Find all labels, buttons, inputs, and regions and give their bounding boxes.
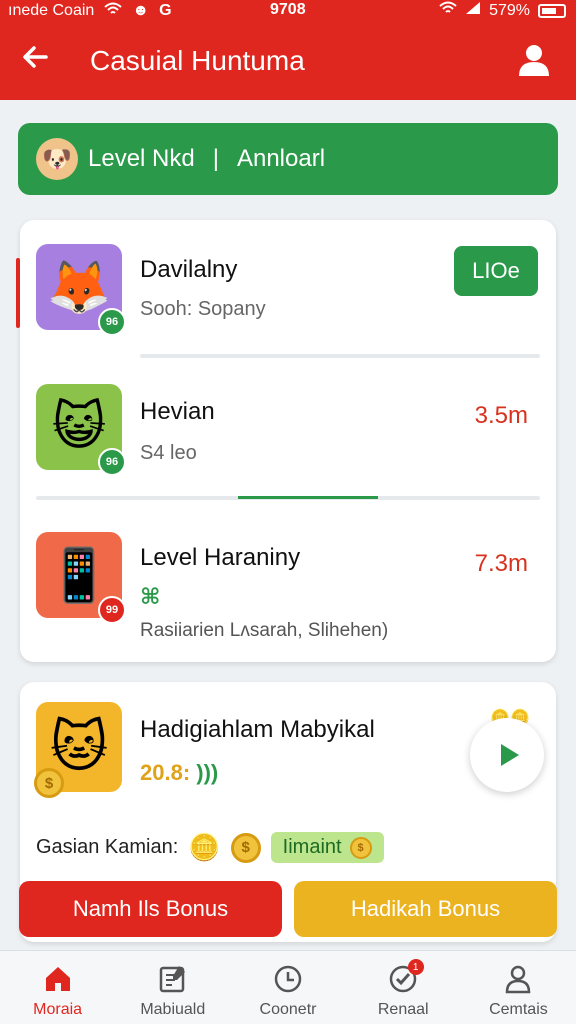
smiley-icon: ☻ <box>132 2 150 19</box>
bottom-nav: Moraia Mabiuald Coonetr 1 Renaal Cemtais <box>0 950 576 1024</box>
list-item-subtitle: Sooh: Sopany <box>140 298 266 320</box>
reward-pill-text: Iimaint <box>282 836 342 858</box>
signal-icon <box>465 1 481 20</box>
reward-row: Gasian Kamian: 🪙 $ Iimaint $ <box>36 832 384 863</box>
coin-stack-icon: 🪙 <box>188 832 221 862</box>
back-button[interactable] <box>0 42 70 81</box>
play-button[interactable] <box>470 718 544 792</box>
progress-fill <box>238 496 378 499</box>
list-item[interactable]: 😺 96 Hevian S4 leo 3.5m <box>20 360 556 500</box>
edit-icon <box>159 966 185 993</box>
coin-icon: $ <box>349 836 372 859</box>
phone-game-icon: 📱 99 <box>36 532 126 624</box>
list-item[interactable]: 📱 99 Level Haraniny ⌘ Rasiiarien Lʌsarah… <box>20 506 556 662</box>
home-icon <box>45 967 70 991</box>
nav-label: Cemtais <box>489 1001 548 1018</box>
featured-amount-row: 20.8: ))) <box>140 760 218 786</box>
coin-icon: $ <box>34 768 64 798</box>
list-item-badge: 99 <box>98 596 126 624</box>
level-banner[interactable]: 🐶 Level Nkd | Annloarl <box>18 123 558 195</box>
featured-title: Hadigiahlam Mabyikal <box>140 716 375 743</box>
nav-label: Coonetr <box>259 1001 317 1018</box>
bonus-button-left[interactable]: Namh Ils Bonus <box>19 881 282 937</box>
list-item-name: Davilalny <box>140 256 238 283</box>
list-item-badge: 96 <box>98 308 126 336</box>
qr-icon: ⌘ <box>140 584 161 609</box>
cat-face-game-icon: 😺 96 <box>36 384 126 476</box>
list-item-name: Level Haraniny <box>140 544 301 571</box>
banner-right-text: Annloarl <box>236 145 326 172</box>
list-item-price: 7.3m <box>474 550 528 577</box>
user-icon <box>519 45 549 76</box>
list-item-name: Hevian <box>140 398 215 425</box>
banner-level-text: Level Nkd <box>88 145 195 172</box>
play-icon <box>500 744 519 766</box>
list-item-subtitle: S4 leo <box>140 442 197 464</box>
arrow-left-icon <box>23 45 48 68</box>
nav-item-profile[interactable]: Cemtais <box>461 951 576 1024</box>
nav-item-rewards[interactable]: 1 Renaal <box>346 951 461 1024</box>
reward-label: Gasian Kamian: <box>36 836 179 858</box>
page-title: Casuial Huntuma <box>90 45 305 76</box>
battery-percent: 579% <box>489 1 530 19</box>
app-bar: Casuial Huntuma <box>0 22 576 100</box>
banner-separator: | <box>212 145 219 172</box>
game-list-card: 🦊 96 Davilalny Sooh: Sopany LIOe 😺 96 He… <box>16 220 556 662</box>
notification-badge: 1 <box>407 959 424 975</box>
coin-icon: $ <box>230 832 261 863</box>
person-icon <box>506 965 531 994</box>
nav-item-edit[interactable]: Mabiuald <box>115 951 230 1024</box>
wifi-icon <box>104 2 122 21</box>
cat-coin-game-icon: 🐱 $ <box>34 702 122 798</box>
battery-icon <box>538 3 566 18</box>
nav-label: Moraia <box>33 1001 83 1018</box>
divider <box>140 354 540 358</box>
featured-amount: 20.8: <box>140 760 191 785</box>
profile-button[interactable] <box>516 42 552 78</box>
list-item-badge: 96 <box>98 448 126 476</box>
nav-item-home[interactable]: Moraia <box>0 951 115 1024</box>
wifi-icon <box>439 1 457 20</box>
carrier-text: ınede Coain <box>8 2 95 19</box>
clock-time: 9708 <box>270 1 306 18</box>
clock-icon <box>274 965 302 993</box>
reward-pill[interactable]: Iimaint $ <box>270 832 384 863</box>
bonus-button-right[interactable]: Hadikah Bonus <box>294 881 557 937</box>
list-item-price: 3.5m <box>474 402 528 429</box>
nav-label: Mabiuald <box>140 1001 206 1018</box>
dog-avatar-icon: 🐶 <box>36 138 78 180</box>
sound-wave-icon: ))) <box>196 760 219 785</box>
list-item-action-button[interactable]: LIOe <box>454 246 538 296</box>
list-item[interactable]: 🦊 96 Davilalny Sooh: Sopany LIOe <box>20 220 556 360</box>
status-bar: ınede Coain ☻ G 9708 579% <box>0 0 576 22</box>
nav-item-clock[interactable]: Coonetr <box>230 951 345 1024</box>
list-item-subtitle: Rasiiarien Lʌsarah, Slihehen) <box>140 620 389 641</box>
nav-label: Renaal <box>377 1001 429 1018</box>
fox-game-icon: 🦊 96 <box>36 244 126 336</box>
google-icon: G <box>159 2 172 19</box>
